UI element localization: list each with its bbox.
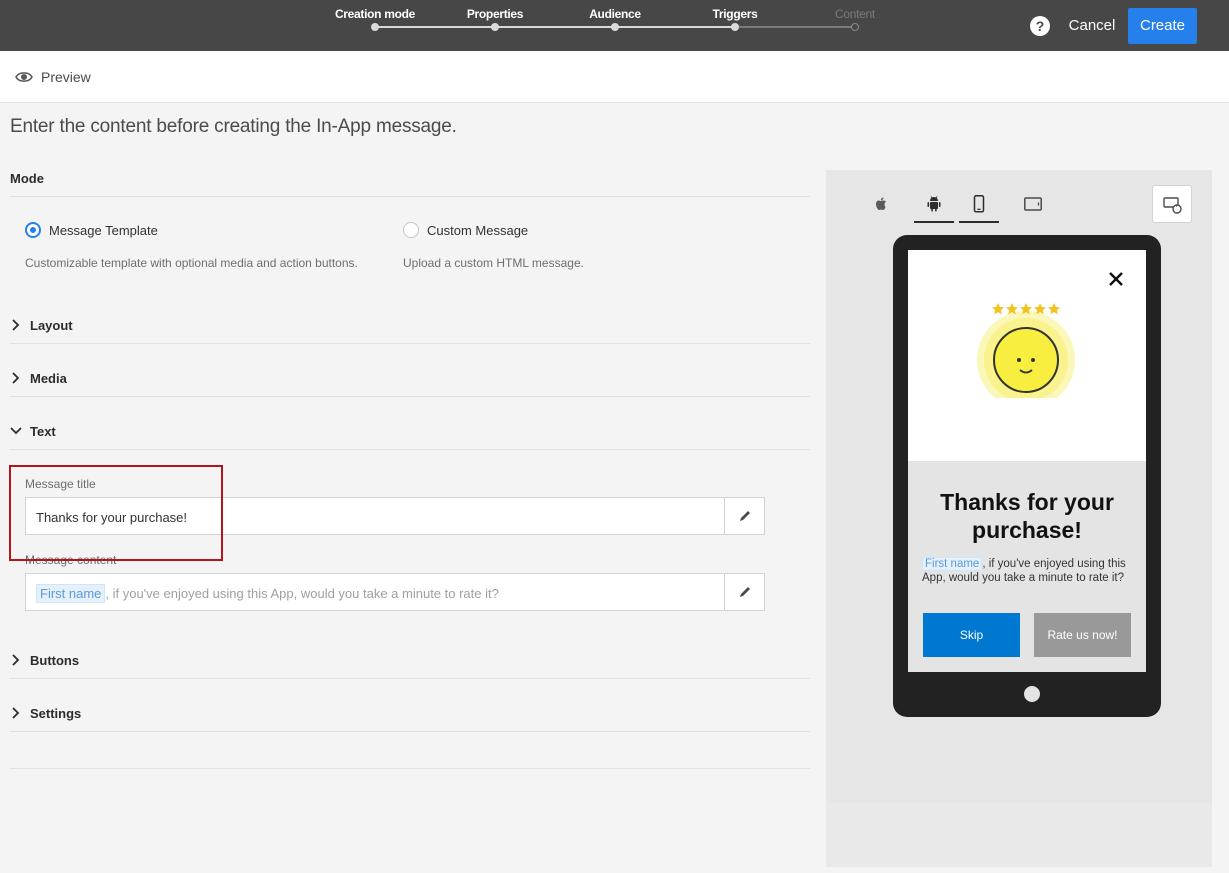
step-label: Content bbox=[835, 7, 875, 21]
preview-label[interactable]: Preview bbox=[41, 69, 91, 85]
section-text[interactable]: Text bbox=[10, 422, 810, 442]
section-label: Media bbox=[30, 371, 67, 386]
divider bbox=[10, 731, 810, 732]
preview-skip-button[interactable]: Skip bbox=[923, 613, 1020, 657]
android-icon bbox=[927, 196, 941, 212]
step-label: Creation mode bbox=[334, 7, 416, 21]
section-media[interactable]: Media bbox=[10, 369, 810, 389]
tablet-icon bbox=[1024, 197, 1042, 211]
message-content-value[interactable]: First name, if you've enjoyed using this… bbox=[36, 584, 499, 603]
smiley-image bbox=[977, 303, 1075, 398]
page-intro: Enter the content before creating the In… bbox=[10, 116, 457, 137]
preview-rate-button[interactable]: Rate us now! bbox=[1034, 613, 1131, 657]
step-properties[interactable]: Properties bbox=[435, 7, 555, 31]
divider bbox=[10, 396, 810, 397]
stepper-track-pending bbox=[737, 26, 853, 28]
step-label: Triggers bbox=[712, 7, 758, 21]
apple-icon bbox=[876, 197, 886, 210]
step-dot bbox=[491, 23, 499, 31]
close-icon[interactable] bbox=[1107, 270, 1127, 290]
chevron-right-icon bbox=[12, 654, 20, 666]
custom-message-radio[interactable] bbox=[403, 222, 419, 238]
mode-title: Mode bbox=[10, 171, 44, 186]
message-template-radio[interactable] bbox=[25, 222, 41, 238]
custom-message-label[interactable]: Custom Message bbox=[427, 223, 528, 238]
section-label: Text bbox=[30, 424, 56, 439]
tablet-device-tab[interactable] bbox=[1013, 185, 1053, 223]
first-name-token[interactable]: First name bbox=[36, 584, 106, 603]
chevron-right-icon bbox=[12, 372, 20, 384]
chevron-down-icon bbox=[10, 427, 22, 435]
phone-icon bbox=[973, 195, 985, 213]
phone-home-button bbox=[1024, 686, 1040, 702]
preview-first-name-token: First name bbox=[922, 557, 983, 571]
divider bbox=[10, 196, 810, 197]
message-content-field[interactable]: First name, if you've enjoyed using this… bbox=[25, 573, 765, 611]
section-settings[interactable]: Settings bbox=[10, 704, 810, 724]
step-dot bbox=[611, 23, 619, 31]
edit-content-button[interactable] bbox=[724, 574, 764, 610]
rotate-device-button[interactable] bbox=[1152, 185, 1192, 223]
pencil-icon bbox=[740, 511, 750, 521]
step-dot bbox=[731, 23, 739, 31]
custom-message-desc: Upload a custom HTML message. bbox=[403, 256, 584, 270]
step-creation-mode[interactable]: Creation mode bbox=[315, 7, 435, 31]
device-preview-panel-footer bbox=[826, 803, 1212, 867]
message-content-text: , if you've enjoyed using this App, woul… bbox=[105, 586, 499, 601]
phone-screen: Thanks for your purchase! First name, if… bbox=[908, 250, 1146, 672]
divider bbox=[10, 343, 810, 344]
preview-message-title: Thanks for your purchase! bbox=[940, 489, 1114, 543]
step-content[interactable]: Content bbox=[795, 7, 915, 31]
message-template-desc: Customizable template with optional medi… bbox=[25, 256, 358, 270]
preview-bar bbox=[0, 51, 1229, 103]
divider bbox=[10, 678, 810, 679]
chevron-right-icon bbox=[12, 707, 20, 719]
section-label: Layout bbox=[30, 318, 73, 333]
preview-message-body: First name, if you've enjoyed using this… bbox=[922, 557, 1137, 585]
divider bbox=[10, 449, 810, 450]
section-label: Settings bbox=[30, 706, 82, 721]
pencil-icon bbox=[740, 587, 750, 597]
step-label: Audience bbox=[589, 7, 641, 21]
section-label: Buttons bbox=[30, 653, 80, 668]
android-platform-tab[interactable] bbox=[914, 185, 954, 223]
apple-platform-tab[interactable] bbox=[861, 185, 901, 223]
phone-device-tab[interactable] bbox=[959, 185, 999, 223]
chevron-right-icon bbox=[12, 319, 20, 331]
step-dot bbox=[851, 23, 859, 31]
top-bar: Creation mode Properties Audience Trigge… bbox=[0, 0, 1229, 51]
step-dot bbox=[371, 23, 379, 31]
message-template-label[interactable]: Message Template bbox=[49, 223, 158, 238]
step-audience[interactable]: Audience bbox=[555, 7, 675, 31]
create-button[interactable]: Create bbox=[1128, 8, 1197, 44]
help-icon[interactable]: ? bbox=[1030, 16, 1050, 36]
step-triggers[interactable]: Triggers bbox=[675, 7, 795, 31]
eye-icon[interactable] bbox=[15, 68, 33, 86]
edit-title-button[interactable] bbox=[724, 498, 764, 534]
section-layout[interactable]: Layout bbox=[10, 316, 810, 336]
cancel-button[interactable]: Cancel bbox=[1063, 16, 1121, 36]
rotate-icon bbox=[1163, 197, 1182, 214]
step-label: Properties bbox=[466, 7, 524, 21]
divider bbox=[10, 768, 810, 769]
section-buttons[interactable]: Buttons bbox=[10, 651, 810, 671]
highlight-annotation bbox=[9, 465, 223, 561]
